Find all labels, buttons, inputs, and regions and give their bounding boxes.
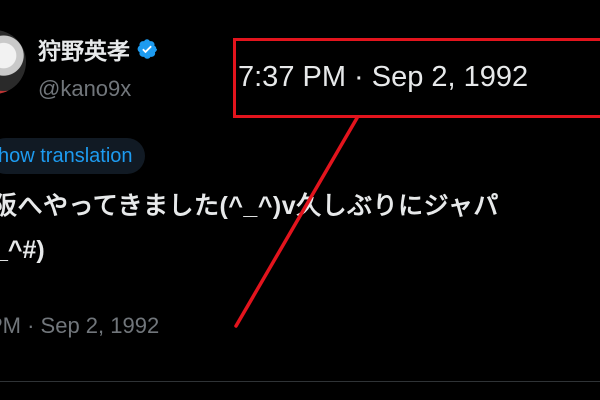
avatar[interactable] (0, 30, 26, 94)
zoomed-timestamp: 7:37 PM · Sep 2, 1992 (238, 61, 529, 93)
verified-badge-icon (137, 39, 157, 59)
user-handle[interactable]: @kano9x (38, 76, 131, 102)
display-name-text: 狩野英孝 (38, 38, 130, 64)
tweet-text-line-2: _^#) (0, 236, 45, 264)
show-translation-button[interactable]: how translation (0, 138, 145, 174)
divider (0, 381, 600, 382)
display-name[interactable]: 狩野英孝 (38, 32, 158, 66)
tweet-timestamp[interactable]: PM · Sep 2, 1992 (0, 313, 159, 339)
tweet-screenshot: 狩野英孝 @kano9x how translation 阪へやってきました(^… (0, 0, 600, 400)
annotation-arrow-line (234, 116, 359, 328)
tweet-text-line-1: 阪へやってきました(^_^)v久しぶりにジャパ (0, 192, 499, 220)
